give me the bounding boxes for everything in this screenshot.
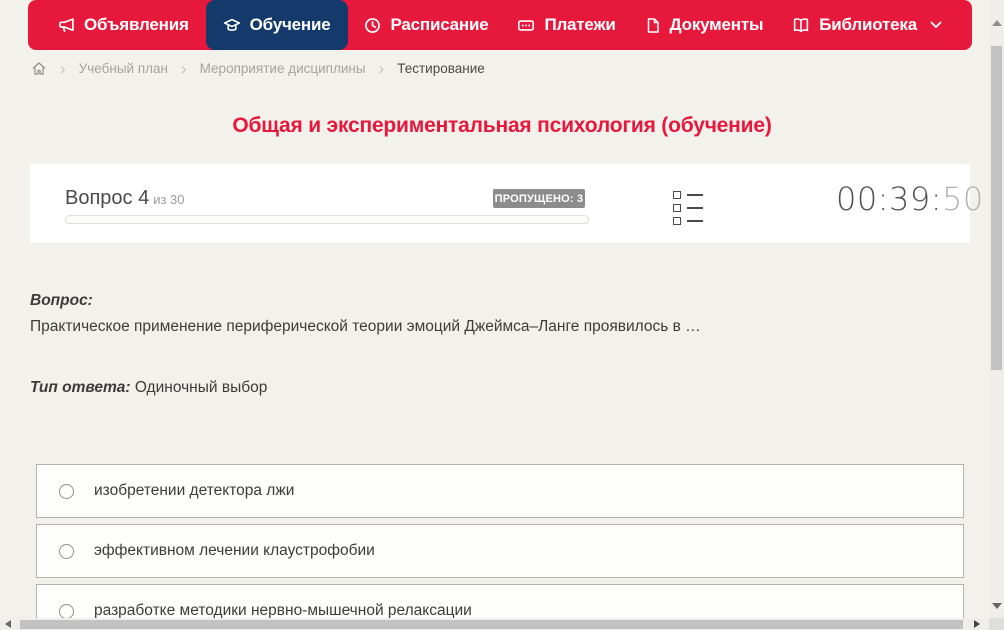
timer: 00:39:50	[836, 180, 986, 218]
nav-item-library[interactable]: Библиотека	[780, 0, 954, 50]
question-text: Практическое применение периферической т…	[30, 318, 701, 335]
scroll-up-arrow-icon[interactable]	[992, 20, 1002, 26]
home-icon[interactable]	[31, 61, 47, 76]
skipped-badge: ПРОПУЩЕНО: 3	[493, 189, 585, 208]
scrollbar-corner	[989, 618, 1004, 630]
question-number: Вопрос 4 из 30	[65, 187, 185, 209]
answer-type-row: Тип ответа: Одиночный выбор	[30, 379, 267, 397]
nav-item-schedule[interactable]: Расписание	[352, 0, 500, 50]
nav-item-announcements[interactable]: Объявления	[46, 0, 201, 50]
nav-item-label: Объявления	[84, 15, 189, 34]
breadcrumb-curriculum[interactable]: Учебный план	[79, 61, 168, 76]
question-label: Вопрос:	[30, 292, 93, 309]
test-page: Объявления Обучение Расписание Платежи Д…	[0, 0, 1004, 630]
radio-icon[interactable]	[59, 543, 74, 559]
vertical-scrollbar-thumb[interactable]	[991, 46, 1002, 370]
nav-item-learning[interactable]: Обучение	[205, 0, 348, 50]
chevron-down-icon	[930, 21, 942, 29]
answer-type-value: Одиночный выбор	[134, 379, 268, 396]
answer-type-label: Тип ответа:	[30, 379, 131, 396]
radio-icon[interactable]	[59, 603, 74, 619]
megaphone-icon	[58, 17, 75, 34]
nav-item-payments[interactable]: Платежи	[505, 0, 627, 50]
breadcrumb: › Учебный план › Мероприятие дисциплины …	[31, 59, 485, 78]
question-of-total: из 30	[153, 192, 185, 207]
radio-icon[interactable]	[59, 483, 74, 499]
answer-option-label: изобретении детектора лжи	[94, 482, 295, 499]
nav-item-label: Документы	[669, 15, 764, 34]
question-progress-bar	[65, 215, 589, 224]
graduation-cap-icon	[223, 17, 241, 34]
breadcrumb-testing: Тестирование	[397, 61, 485, 76]
scroll-left-arrow-icon[interactable]	[5, 620, 11, 628]
nav-item-documents[interactable]: Документы	[633, 0, 776, 50]
list-icon[interactable]	[673, 191, 703, 225]
answer-option-1[interactable]: изобретении детектора лжи	[36, 464, 964, 518]
question-header-card: Вопрос 4 из 30 ПРОПУЩЕНО: 3 00:39:50	[30, 164, 983, 243]
book-icon	[792, 17, 810, 34]
horizontal-scrollbar-thumb[interactable]	[20, 620, 963, 629]
timer-hours-minutes: 00:39:	[836, 180, 942, 218]
breadcrumb-discipline-event[interactable]: Мероприятие дисциплины	[200, 61, 366, 76]
answer-option-label: эффективном лечении клаустрофобии	[94, 542, 375, 559]
main-navbar: Объявления Обучение Расписание Платежи Д…	[28, 0, 972, 50]
nav-item-label: Платежи	[544, 15, 616, 34]
nav-item-label: Расписание	[390, 15, 489, 34]
document-icon	[645, 17, 661, 34]
scroll-right-arrow-icon[interactable]	[974, 620, 980, 628]
breadcrumb-separator: ›	[378, 59, 385, 78]
horizontal-scrollbar[interactable]	[0, 618, 989, 630]
scroll-down-arrow-icon[interactable]	[992, 603, 1002, 609]
vertical-scrollbar[interactable]	[989, 0, 1004, 618]
timer-seconds: 50	[942, 180, 984, 218]
clock-icon	[364, 17, 381, 34]
answer-option-2[interactable]: эффективном лечении клаустрофобии	[36, 524, 964, 578]
page-title: Общая и экспериментальная психология (об…	[232, 114, 772, 137]
nav-item-label: Библиотека	[819, 15, 917, 34]
answer-options: изобретении детектора лжи эффективном ле…	[36, 464, 964, 630]
payments-icon	[517, 17, 535, 34]
breadcrumb-separator: ›	[180, 59, 187, 78]
nav-item-label: Обучение	[249, 15, 331, 34]
breadcrumb-separator: ›	[60, 59, 66, 78]
